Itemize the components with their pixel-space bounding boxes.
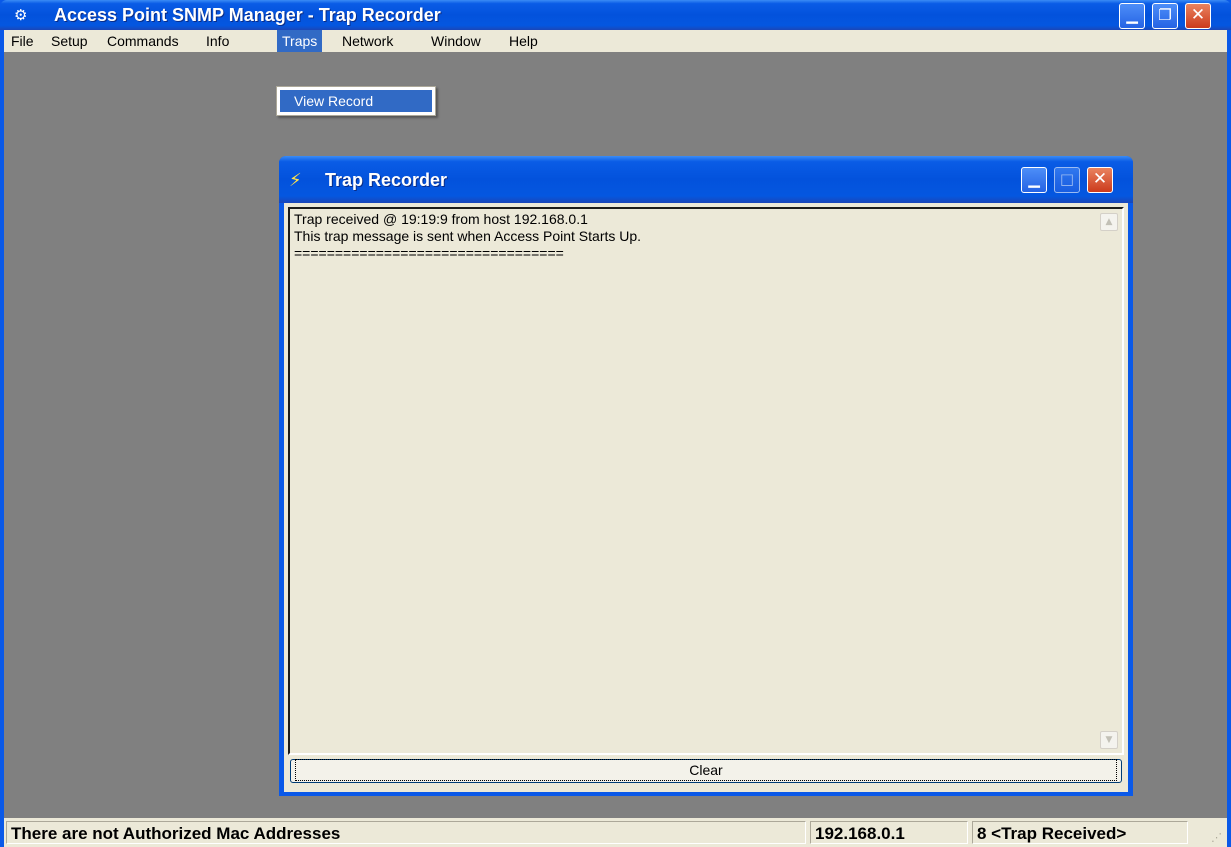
trap-recorder-title: Trap Recorder	[325, 170, 448, 190]
child-close-button[interactable]: ✕	[1087, 167, 1113, 193]
trap-log-textarea[interactable]: Trap received @ 19:19:9 from host 192.16…	[288, 207, 1124, 755]
clear-button-label: Clear	[295, 759, 1117, 781]
traps-dropdown-menu: View Record	[276, 86, 436, 116]
scroll-down-arrow-icon[interactable]: ▼	[1100, 731, 1118, 749]
lightning-icon: ⚡	[289, 170, 302, 191]
menu-commands[interactable]: Commands	[102, 30, 184, 52]
scroll-up-arrow-icon[interactable]: ▲	[1100, 213, 1118, 231]
child-maximize-button: □	[1054, 167, 1080, 193]
log-line: Trap received @ 19:19:9 from host 192.16…	[294, 211, 588, 227]
log-line: This trap message is sent when Access Po…	[294, 228, 642, 244]
main-window: ⚙ Access Point SNMP Manager - Trap Recor…	[0, 0, 1231, 847]
trap-recorder-window: ⚡ Trap Recorder ▁ □ ✕ Trap received @ 19…	[279, 156, 1133, 796]
snmp-app-icon[interactable]: ⚙	[14, 6, 36, 24]
menu-setup[interactable]: Setup	[46, 30, 93, 52]
menu-window[interactable]: Window	[426, 30, 486, 52]
menubar: File Setup Commands Info Traps Network W…	[4, 30, 1227, 52]
menu-item-view-record[interactable]: View Record	[280, 90, 432, 112]
menu-traps[interactable]: Traps	[277, 30, 323, 52]
status-ip: 192.168.0.1	[810, 821, 968, 844]
clear-button[interactable]: Clear	[290, 759, 1122, 783]
maximize-button[interactable]: ❐	[1152, 3, 1178, 29]
menu-help[interactable]: Help	[504, 30, 543, 52]
close-button[interactable]: ✕	[1185, 3, 1211, 29]
window-title: Access Point SNMP Manager - Trap Recorde…	[54, 5, 441, 25]
main-titlebar[interactable]: ⚙ Access Point SNMP Manager - Trap Recor…	[0, 0, 1231, 30]
resize-grip-icon[interactable]: ⋰	[1211, 831, 1225, 845]
trap-recorder-titlebar[interactable]: ⚡ Trap Recorder ▁ □ ✕	[279, 156, 1133, 203]
status-trap-count: 8 <Trap Received>	[972, 821, 1188, 844]
log-line: =================================	[294, 245, 564, 261]
minimize-button[interactable]: ▁	[1119, 3, 1145, 29]
statusbar: There are not Authorized Mac Addresses 1…	[4, 818, 1227, 847]
child-minimize-button[interactable]: ▁	[1021, 167, 1047, 193]
status-message: There are not Authorized Mac Addresses	[6, 821, 806, 844]
trap-recorder-client: Trap received @ 19:19:9 from host 192.16…	[284, 203, 1128, 792]
menu-file[interactable]: File	[6, 30, 39, 52]
menu-info[interactable]: Info	[201, 30, 234, 52]
menu-network[interactable]: Network	[337, 30, 398, 52]
